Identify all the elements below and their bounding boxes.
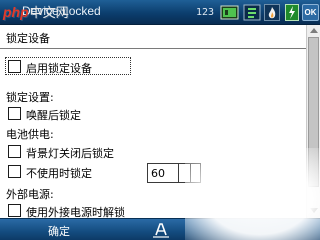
flash-icon[interactable] [285,4,299,21]
lock-settings-header: 锁定设置: [6,91,54,104]
stepper-divider [178,164,179,182]
scroll-thumb[interactable] [308,37,319,187]
unused-lock-label[interactable]: 不使用时锁定 [26,165,92,181]
fire-icon[interactable] [264,4,280,21]
enable-lock-checkbox[interactable] [8,60,21,73]
lock-after-wake-checkbox[interactable] [8,107,21,120]
backlight-off-lock-checkbox[interactable] [8,145,21,158]
keyboard-icon[interactable] [150,222,172,238]
external-power-header: 外部电源: [6,188,54,201]
watermark-cn: 中文网 [29,5,69,20]
title-bar: Device Locked php中文网 123 OK [0,0,320,25]
scroll-up-arrow-icon[interactable] [310,28,318,33]
clock-readout: 123 [196,7,215,18]
settings-panel: 锁定设备 启用锁定设备 锁定设置: 唤醒后锁定 电池供电: 背景灯关闭后锁定 不… [0,25,306,218]
minutes-stepper[interactable]: 60 [147,163,201,183]
watermark-logo: php中文网 [3,2,69,21]
confirm-softkey[interactable]: 确定 [48,223,70,239]
page-title: 锁定设备 [6,32,50,45]
softkey-bar: 确定 [0,218,320,240]
backlight-off-lock-label[interactable]: 背景灯关闭后锁定 [26,145,114,161]
divider [0,48,306,49]
unused-lock-checkbox[interactable] [8,165,21,178]
stepper-divider [190,164,191,182]
external-power-label[interactable]: 使用外接电源时解锁 [26,204,125,218]
battery-power-header: 电池供电: [6,128,54,141]
ok-button[interactable]: OK [302,4,319,21]
minutes-value[interactable]: 60 [151,167,165,180]
lock-after-wake-label[interactable]: 唤醒后锁定 [26,107,81,123]
external-power-checkbox[interactable] [8,204,21,217]
vertical-scrollbar[interactable] [306,25,320,218]
watermark-latin: php [3,4,29,20]
battery-icon[interactable] [220,4,240,21]
scroll-down-arrow-icon[interactable] [310,208,318,213]
signal-icon[interactable] [243,4,261,21]
enable-lock-label[interactable]: 启用锁定设备 [26,60,92,76]
